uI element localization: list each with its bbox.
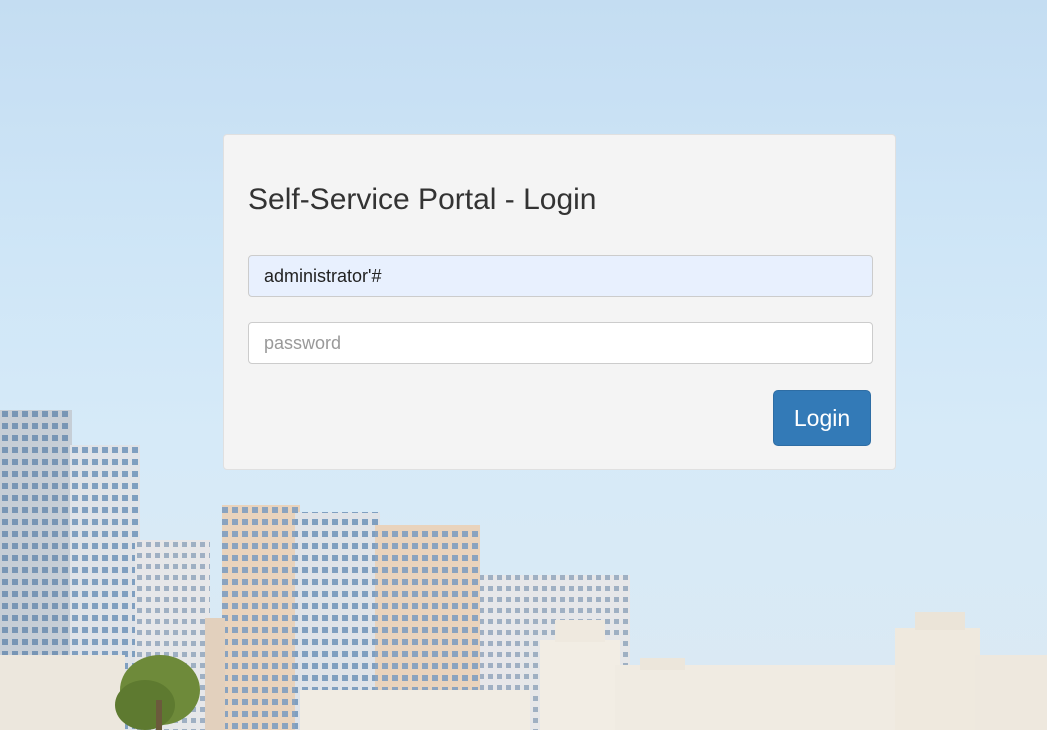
password-input[interactable] [248,322,873,364]
login-panel: Self-Service Portal - Login Login [223,134,896,470]
login-button[interactable]: Login [773,390,871,446]
login-title: Self-Service Portal - Login [248,183,597,216]
username-input[interactable] [248,255,873,297]
